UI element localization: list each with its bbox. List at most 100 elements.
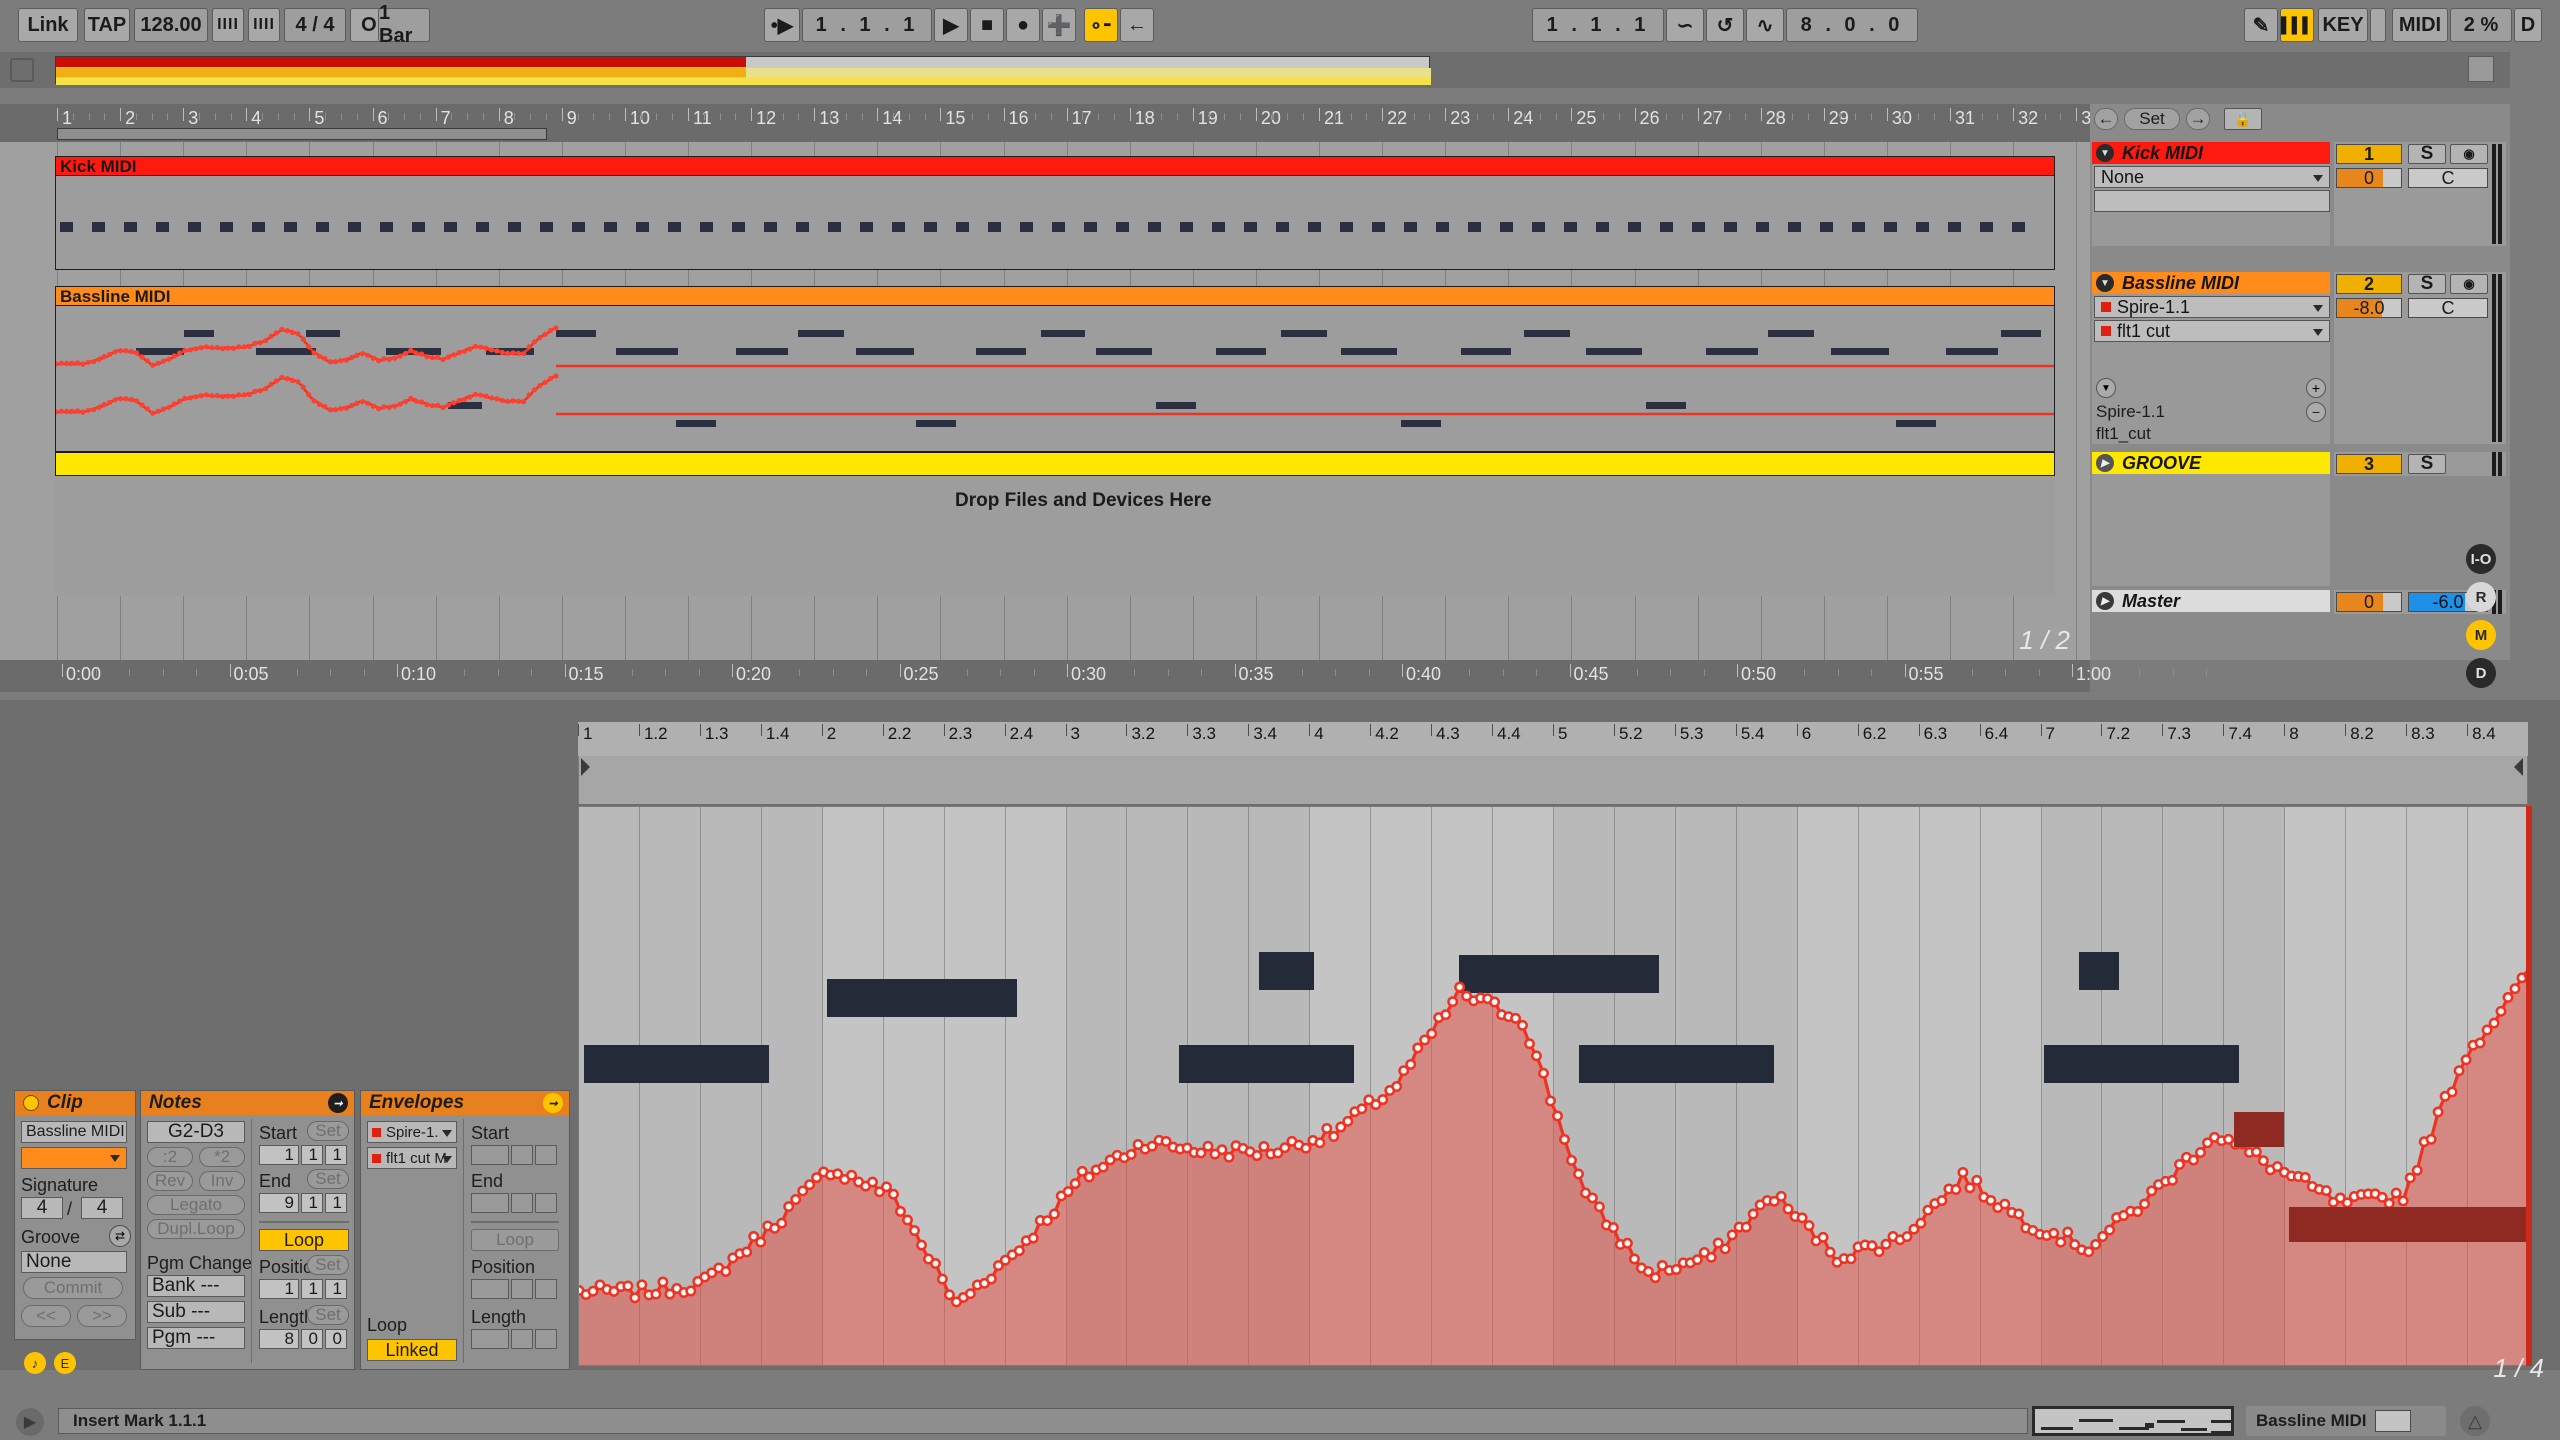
signature-den-field[interactable]: 4 [81, 1197, 123, 1219]
envelope-breakpoint[interactable] [2390, 1187, 2402, 1199]
envelope-breakpoint[interactable] [2013, 1208, 2025, 1220]
envelope-breakpoint[interactable] [1803, 1220, 1815, 1232]
envelope-breakpoint[interactable] [1845, 1253, 1857, 1265]
env-loop-button[interactable]: Loop [471, 1229, 559, 1251]
envelope-breakpoint[interactable] [2474, 1037, 2486, 1049]
loop-length-field[interactable]: 8 . 0 . 0 [1786, 8, 1918, 42]
envelope-breakpoint[interactable] [1447, 996, 1459, 1008]
envelope-breakpoint[interactable] [2257, 1155, 2269, 1167]
kick-note[interactable] [1756, 222, 1769, 232]
envelope-breakpoint[interactable] [741, 1246, 753, 1258]
envelope-breakpoint[interactable] [1545, 1095, 1556, 1107]
envelope-breakpoint[interactable] [2460, 1054, 2472, 1066]
unfold-track-icon[interactable]: ▶ [2096, 592, 2114, 610]
envelope-breakpoint[interactable] [2481, 1024, 2493, 1036]
envelope-breakpoint[interactable] [2453, 1065, 2465, 1077]
record-arm-icon-bassline[interactable]: ◉ [2450, 274, 2488, 294]
midi-note-clip-red-2[interactable] [2289, 1207, 2527, 1242]
envelope-breakpoint[interactable] [964, 1288, 976, 1300]
envelope-breakpoint[interactable] [1824, 1246, 1836, 1258]
kick-note[interactable] [1436, 222, 1449, 232]
unfold-track-icon[interactable]: ▶ [2096, 454, 2114, 472]
arrangement-overview[interactable] [0, 52, 2510, 88]
start-bars-field[interactable]: 1 [259, 1145, 299, 1165]
kick-note[interactable] [444, 222, 457, 232]
kick-note[interactable] [1852, 222, 1865, 232]
arrangement-bar-ruler[interactable]: 1234567891011121314151617181920212223242… [0, 104, 2125, 142]
position-set-button[interactable]: Set [307, 1255, 349, 1275]
punch-in-icon[interactable]: •▶ [764, 8, 800, 42]
arrangement-view[interactable]: Kick MIDI Bassline MIDI Drop Files and D… [0, 142, 2141, 660]
nudge-back-button[interactable]: << [21, 1305, 71, 1327]
env-length-sixteenths-field[interactable] [535, 1329, 557, 1349]
envelope-breakpoint[interactable] [1628, 1253, 1640, 1265]
kick-note[interactable] [1820, 222, 1833, 232]
stop-icon[interactable]: ■ [970, 8, 1004, 42]
envelope-breakpoint[interactable] [1531, 1050, 1542, 1062]
sub-device-row-0[interactable]: Spire-1.1 − [2096, 402, 2326, 422]
envelope-breakpoint[interactable] [1964, 1182, 1976, 1194]
metronome-icon[interactable]: IIII [212, 8, 244, 42]
envelope-breakpoint[interactable] [1915, 1217, 1927, 1229]
kick-note[interactable] [1116, 222, 1129, 232]
envelopes-tab-icon[interactable]: E [54, 1352, 76, 1374]
kick-note[interactable] [380, 222, 393, 232]
prev-locator-icon[interactable]: ← [2094, 108, 2118, 130]
envelope-breakpoint[interactable] [1719, 1243, 1731, 1255]
kick-note[interactable] [1020, 222, 1033, 232]
envelope-breakpoint[interactable] [2495, 1005, 2507, 1017]
loop-brace[interactable] [57, 128, 547, 140]
envelope-breakpoint[interactable] [943, 1289, 955, 1301]
envelope-breakpoint[interactable] [2320, 1185, 2332, 1197]
length-sixteenths-field[interactable]: 0 [325, 1329, 347, 1349]
envelope-breakpoint[interactable] [1013, 1245, 1025, 1257]
kick-note[interactable] [92, 222, 105, 232]
envelope-breakpoint[interactable] [1391, 1081, 1403, 1092]
envelope-breakpoint[interactable] [1097, 1161, 1109, 1173]
envelope-breakpoint[interactable] [1258, 1140, 1270, 1152]
loop-end-marker-icon[interactable] [2514, 758, 2523, 776]
env-end-sixteenths-field[interactable] [535, 1193, 557, 1213]
pan-field-kick[interactable]: C [2408, 168, 2488, 188]
kick-note[interactable] [956, 222, 969, 232]
overview-toggle-icon[interactable] [10, 58, 34, 82]
track-number-groove[interactable]: 3 [2336, 454, 2402, 474]
pgm-field[interactable]: Pgm --- [147, 1327, 245, 1349]
envelope-breakpoint[interactable] [1552, 1110, 1563, 1122]
clip-activator-icon[interactable] [23, 1095, 39, 1111]
param-select-bassline[interactable]: flt1 cut [2094, 320, 2330, 342]
clip-name-field[interactable]: Bassline MIDI [21, 1121, 127, 1143]
time-signature-field[interactable]: 4 / 4 [284, 8, 346, 42]
clip-header-bassline[interactable]: Bassline MIDI [55, 286, 2055, 306]
envelope-breakpoint[interactable] [1405, 1058, 1417, 1070]
overview-menu-icon[interactable] [2468, 56, 2494, 82]
kick-note[interactable] [124, 222, 137, 232]
envelope-breakpoint[interactable] [1747, 1208, 1759, 1220]
kick-note[interactable] [1564, 222, 1577, 232]
envelope-breakpoint[interactable] [2104, 1224, 2116, 1236]
start-sixteenths-field[interactable]: 1 [325, 1145, 347, 1165]
volume-field-kick[interactable]: 0 [2336, 168, 2402, 188]
envelope-breakpoint[interactable] [2502, 991, 2514, 1003]
kick-note[interactable] [252, 222, 265, 232]
tempo-field[interactable]: 128.00 [134, 8, 208, 42]
end-bars-field[interactable]: 9 [259, 1193, 299, 1213]
envelope-breakpoint[interactable] [1740, 1221, 1752, 1233]
kick-note[interactable] [1628, 222, 1641, 232]
unfold-icon[interactable]: ➞ [328, 1093, 348, 1113]
ableton-logo-icon[interactable]: △ [2460, 1406, 2490, 1436]
envelope-breakpoint[interactable] [1041, 1215, 1053, 1227]
next-locator-icon[interactable]: → [2186, 108, 2210, 130]
envelope-breakpoint[interactable] [2167, 1174, 2178, 1186]
kick-note[interactable] [1660, 222, 1673, 232]
status-play-icon[interactable]: ▶ [16, 1408, 44, 1436]
envelope-breakpoint[interactable] [1726, 1229, 1738, 1241]
kick-note[interactable] [1308, 222, 1321, 232]
kick-note[interactable] [1244, 222, 1257, 232]
kick-note[interactable] [828, 222, 841, 232]
kick-note[interactable] [1980, 222, 1993, 232]
envelope-breakpoint[interactable] [1202, 1140, 1214, 1152]
grid-icon[interactable]: IIII [248, 8, 280, 42]
kick-note[interactable] [924, 222, 937, 232]
envelope-breakpoint[interactable] [1356, 1103, 1368, 1115]
